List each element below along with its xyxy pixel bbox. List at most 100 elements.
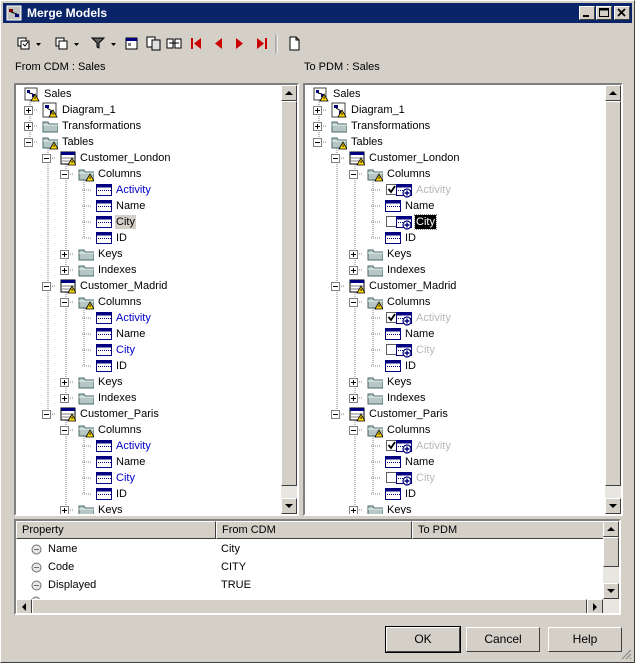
- expand-plus-icon[interactable]: [60, 394, 69, 403]
- collapse-minus-icon[interactable]: [60, 298, 69, 307]
- property-vertical-scrollbar[interactable]: [603, 521, 619, 599]
- title-bar[interactable]: Merge Models: [3, 3, 632, 23]
- tree-node[interactable]: Customer_Paris: [305, 406, 565, 422]
- expand-plus-icon[interactable]: [60, 506, 69, 515]
- tree-node[interactable]: Activity: [305, 182, 565, 198]
- collapse-minus-icon[interactable]: [42, 154, 51, 163]
- next-difference-button[interactable]: [231, 33, 249, 55]
- tree-node[interactable]: Transformations: [16, 118, 276, 134]
- tree-node[interactable]: Customer_Madrid: [305, 278, 565, 294]
- tree-node[interactable]: ID: [305, 486, 565, 502]
- tree-node[interactable]: City: [305, 214, 565, 230]
- close-button[interactable]: [614, 6, 630, 20]
- scroll-up-button[interactable]: [281, 85, 297, 101]
- scroll-up-button[interactable]: [605, 85, 621, 101]
- tree-node[interactable]: Indexes: [16, 262, 276, 278]
- report-button[interactable]: [285, 33, 303, 55]
- tree-node[interactable]: ID: [16, 358, 276, 374]
- minimize-button[interactable]: [579, 6, 595, 20]
- tree-node[interactable]: Name: [16, 454, 276, 470]
- maximize-button[interactable]: [596, 6, 612, 20]
- tree-node[interactable]: ID: [305, 358, 565, 374]
- expand-plus-icon[interactable]: [24, 106, 33, 115]
- tree-node[interactable]: Tables: [16, 134, 276, 150]
- tree-node[interactable]: ID: [16, 486, 276, 502]
- tree-node[interactable]: Activity: [16, 310, 276, 326]
- expand-plus-icon[interactable]: [349, 378, 358, 387]
- collapse-minus-icon[interactable]: [42, 410, 51, 419]
- tree-node[interactable]: City: [305, 342, 565, 358]
- help-button[interactable]: Help: [548, 627, 622, 652]
- expand-plus-icon[interactable]: [349, 394, 358, 403]
- table-row[interactable]: Code CITY: [16, 559, 606, 577]
- collapse-minus-icon[interactable]: [60, 170, 69, 179]
- properties-button[interactable]: [123, 33, 141, 55]
- cancel-button[interactable]: Cancel: [466, 627, 540, 652]
- tree-node[interactable]: City: [16, 470, 276, 486]
- tree-node[interactable]: Activity: [16, 182, 276, 198]
- scroll-thumb[interactable]: [603, 537, 619, 567]
- first-difference-button[interactable]: [187, 33, 205, 55]
- tree-node[interactable]: Keys: [305, 374, 565, 390]
- collapse-minus-icon[interactable]: [60, 426, 69, 435]
- collapse-minus-icon[interactable]: [313, 138, 322, 147]
- tree-node[interactable]: Keys: [16, 246, 276, 262]
- tree-node[interactable]: Sales: [16, 86, 276, 102]
- tree-node[interactable]: Columns: [16, 294, 276, 310]
- scroll-thumb[interactable]: [32, 599, 587, 613]
- expand-collapse-button[interactable]: [165, 33, 183, 55]
- target-model-tree[interactable]: Sales Diagram_1 Transformations Tables Custo…: [303, 83, 623, 516]
- tree-node[interactable]: Columns: [305, 422, 565, 438]
- expand-plus-icon[interactable]: [24, 122, 33, 131]
- tree-node[interactable]: City: [16, 214, 276, 230]
- tree-node[interactable]: Keys: [16, 374, 276, 390]
- tree-node[interactable]: Name: [16, 198, 276, 214]
- scroll-right-button[interactable]: [587, 599, 603, 613]
- tree-node[interactable]: ID: [305, 230, 565, 246]
- scroll-thumb[interactable]: [281, 101, 297, 486]
- tree-node[interactable]: Sales: [305, 86, 565, 102]
- expand-plus-icon[interactable]: [60, 378, 69, 387]
- tree-node[interactable]: Columns: [305, 294, 565, 310]
- filter-dropdown-button[interactable]: [89, 33, 123, 55]
- tree-node[interactable]: Columns: [305, 166, 565, 182]
- scroll-left-button[interactable]: [16, 599, 32, 613]
- tree-node[interactable]: Keys: [305, 502, 565, 515]
- scroll-down-button[interactable]: [605, 498, 621, 514]
- table-row[interactable]: Displayed TRUE: [16, 577, 606, 595]
- tree-node[interactable]: Customer_Paris: [16, 406, 276, 422]
- expand-plus-icon[interactable]: [313, 106, 322, 115]
- tree-node[interactable]: Columns: [16, 166, 276, 182]
- tree-node[interactable]: Indexes: [16, 390, 276, 406]
- expand-plus-icon[interactable]: [349, 506, 358, 515]
- scroll-up-button[interactable]: [603, 521, 619, 537]
- expand-plus-icon[interactable]: [349, 250, 358, 259]
- tree-node[interactable]: Customer_London: [16, 150, 276, 166]
- collapse-minus-icon[interactable]: [331, 410, 340, 419]
- tree-node[interactable]: Columns: [16, 422, 276, 438]
- tree-node[interactable]: Name: [305, 454, 565, 470]
- tree-node[interactable]: Name: [16, 326, 276, 342]
- ok-button[interactable]: OK: [385, 626, 461, 653]
- tree-node[interactable]: Keys: [16, 502, 276, 515]
- unselect-dropdown-button[interactable]: [53, 33, 85, 55]
- tree-node[interactable]: City: [305, 470, 565, 486]
- tree-node[interactable]: Transformations: [305, 118, 565, 134]
- tree-node[interactable]: Name: [305, 198, 565, 214]
- collapse-minus-icon[interactable]: [331, 154, 340, 163]
- expand-plus-icon[interactable]: [313, 122, 322, 131]
- previous-difference-button[interactable]: [209, 33, 227, 55]
- resize-grip-icon[interactable]: [620, 648, 632, 660]
- expand-plus-icon[interactable]: [60, 250, 69, 259]
- compare-button[interactable]: [145, 33, 163, 55]
- tree-node[interactable]: Name: [305, 326, 565, 342]
- scroll-down-button[interactable]: [603, 583, 619, 599]
- table-row[interactable]: Name City: [16, 541, 606, 559]
- tree-node[interactable]: Activity: [305, 438, 565, 454]
- tree-node[interactable]: Diagram_1: [305, 102, 565, 118]
- tree-node[interactable]: Activity: [16, 438, 276, 454]
- tree-node[interactable]: Customer_Madrid: [16, 278, 276, 294]
- scroll-thumb[interactable]: [605, 101, 621, 486]
- tree-node[interactable]: ID: [16, 230, 276, 246]
- collapse-minus-icon[interactable]: [42, 282, 51, 291]
